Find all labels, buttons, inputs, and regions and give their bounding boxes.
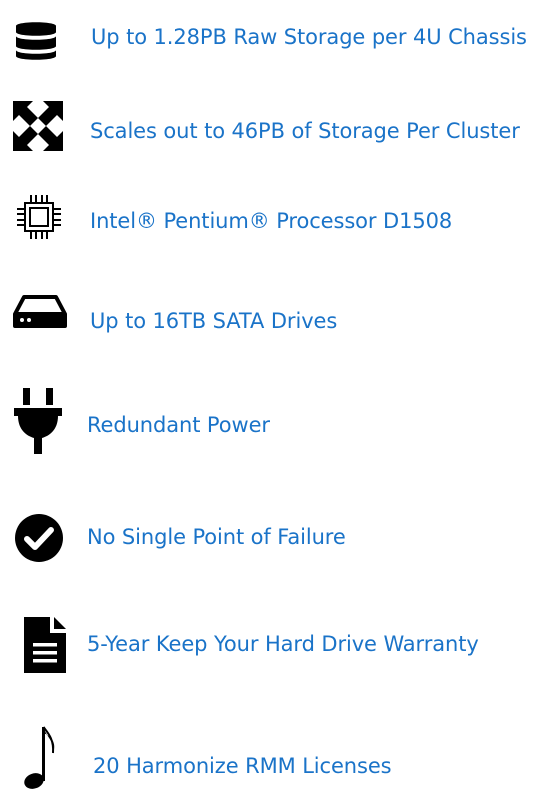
feature-label: Redundant Power — [87, 413, 270, 437]
feature-item-failover: No Single Point of Failure — [0, 502, 559, 572]
feature-label: Intel® Pentium® Processor D1508 — [90, 209, 453, 233]
feature-label: Scales out to 46PB of Storage Per Cluste… — [90, 119, 520, 143]
hard-drive-icon — [13, 295, 67, 328]
feature-item-scale: Scales out to 46PB of Storage Per Cluste… — [0, 94, 559, 164]
cpu-chip-icon — [17, 195, 61, 239]
music-note-icon — [24, 726, 55, 789]
feature-item-storage: Up to 1.28PB Raw Storage per 4U Chassis — [0, 0, 559, 70]
feature-label: 5-Year Keep Your Hard Drive Warranty — [87, 632, 479, 656]
feature-label: No Single Point of Failure — [87, 525, 346, 549]
feature-item-drives: Up to 16TB SATA Drives — [0, 280, 559, 350]
feature-item-warranty: 5-Year Keep Your Hard Drive Warranty — [0, 610, 559, 680]
expand-arrows-icon — [13, 101, 63, 151]
feature-item-processor: Intel® Pentium® Processor D1508 — [0, 185, 559, 255]
database-icon — [16, 22, 56, 60]
feature-item-power: Redundant Power — [0, 385, 559, 455]
power-plug-icon — [14, 388, 62, 454]
feature-label: Up to 16TB SATA Drives — [90, 309, 338, 333]
feature-label: Up to 1.28PB Raw Storage per 4U Chassis — [91, 25, 527, 49]
document-icon — [24, 617, 66, 673]
feature-item-licenses: 20 Harmonize RMM Licenses — [0, 718, 559, 789]
check-circle-icon — [15, 514, 63, 562]
feature-label: 20 Harmonize RMM Licenses — [93, 754, 392, 778]
